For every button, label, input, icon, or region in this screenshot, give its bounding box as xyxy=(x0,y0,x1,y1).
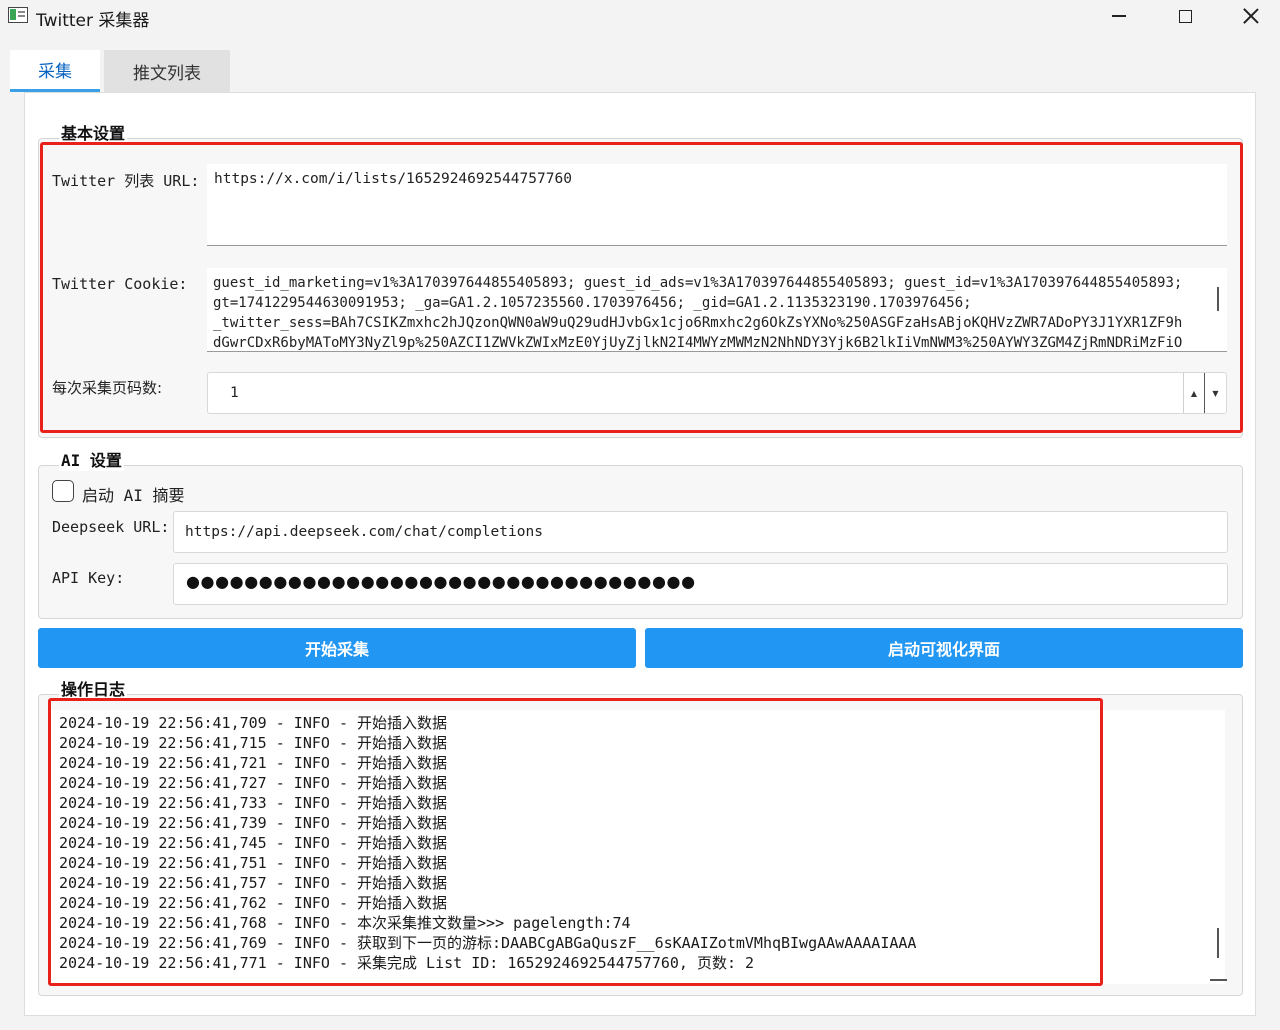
log-title: 操作日志 xyxy=(59,676,128,700)
maximize-icon xyxy=(1178,9,1192,23)
api-key-label: API Key: xyxy=(52,569,125,587)
cookie-scrollbar[interactable] xyxy=(1217,287,1219,311)
log-line: 2024-10-19 22:56:41,733 - INFO - 开始插入数据 xyxy=(59,794,448,812)
tab-collect[interactable]: 采集 xyxy=(10,50,100,92)
deepseek-url-value: https://api.deepseek.com/chat/completion… xyxy=(185,524,543,540)
log-line: 2024-10-19 22:56:41,709 - INFO - 开始插入数据 xyxy=(59,714,448,732)
enable-ai-label[interactable]: 启动 AI 摘要 xyxy=(82,482,185,506)
cookie-input[interactable]: guest_id_marketing=v1%3A1703976448554058… xyxy=(207,268,1227,352)
close-icon xyxy=(1243,8,1259,24)
log-line: 2024-10-19 22:56:41,769 - INFO - 获取到下一页的… xyxy=(59,934,917,952)
minimize-icon xyxy=(1112,15,1126,17)
pages-spinbox[interactable]: 1 xyxy=(207,372,1227,414)
api-key-input[interactable]: ●●●●●●●●●●●●●●●●●●●●●●●●●●●●●●●●●●● xyxy=(173,563,1228,605)
window-title: Twitter 采集器 xyxy=(36,11,150,31)
close-button[interactable] xyxy=(1228,0,1274,32)
launch-visual-button[interactable]: 启动可视化界面 xyxy=(645,628,1243,668)
log-bottom-edge xyxy=(1210,979,1227,981)
log-line: 2024-10-19 22:56:41,727 - INFO - 开始插入数据 xyxy=(59,774,448,792)
log-scrollbar[interactable] xyxy=(1217,928,1219,958)
log-line: 2024-10-19 22:56:41,739 - INFO - 开始插入数据 xyxy=(59,814,448,832)
cookie-line: dGwrCDxR6byMAToMY3NyZl9p%250AZCI1ZWVkZWI… xyxy=(213,335,1183,351)
basic-settings-title: 基本设置 xyxy=(59,120,128,144)
minimize-button[interactable] xyxy=(1096,0,1142,32)
log-line: 2024-10-19 22:56:41,721 - INFO - 开始插入数据 xyxy=(59,754,448,772)
enable-ai-checkbox[interactable] xyxy=(52,480,74,502)
cookie-label: Twitter Cookie: xyxy=(52,275,188,293)
log-output[interactable]: 2024-10-19 22:56:41,709 - INFO - 开始插入数据 … xyxy=(50,710,1225,984)
cookie-line: guest_id_marketing=v1%3A1703976448554058… xyxy=(213,275,1183,291)
app-icon xyxy=(8,7,28,23)
list-url-value: https://x.com/i/lists/165292469254475776… xyxy=(214,171,572,187)
chevron-down-icon: ▼ xyxy=(1212,388,1219,398)
api-key-value: ●●●●●●●●●●●●●●●●●●●●●●●●●●●●●●●●●●● xyxy=(186,572,696,591)
cookie-line: gt=1741229544630091953; _ga=GA1.2.105723… xyxy=(213,295,972,311)
cookie-line: _twitter_sess=BAh7CSIKZmxhc2hJQzonQWN0aW… xyxy=(213,315,1183,331)
log-line: 2024-10-19 22:56:41,751 - INFO - 开始插入数据 xyxy=(59,854,448,872)
log-line: 2024-10-19 22:56:41,762 - INFO - 开始插入数据 xyxy=(59,894,448,912)
list-url-input[interactable]: https://x.com/i/lists/165292469254475776… xyxy=(207,164,1227,246)
title-bar: Twitter 采集器 xyxy=(0,0,1280,34)
log-line: 2024-10-19 22:56:41,745 - INFO - 开始插入数据 xyxy=(59,834,448,852)
pages-increment-button[interactable]: ▲ xyxy=(1183,373,1204,413)
ai-settings-title: AI 设置 xyxy=(59,447,124,471)
pages-value: 1 xyxy=(230,385,239,401)
chevron-up-icon: ▲ xyxy=(1190,388,1198,398)
log-line: 2024-10-19 22:56:41,771 - INFO - 采集完成 Li… xyxy=(59,954,755,972)
log-line: 2024-10-19 22:56:41,768 - INFO - 本次采集推文数… xyxy=(59,914,631,932)
tab-tweet-list[interactable]: 推文列表 xyxy=(104,50,230,92)
maximize-button[interactable] xyxy=(1162,0,1208,32)
log-line: 2024-10-19 22:56:41,757 - INFO - 开始插入数据 xyxy=(59,874,448,892)
log-line: 2024-10-19 22:56:41,715 - INFO - 开始插入数据 xyxy=(59,734,448,752)
pages-label: 每次采集页码数: xyxy=(52,379,163,397)
list-url-label: Twitter 列表 URL: xyxy=(52,172,200,190)
deepseek-url-label: Deepseek URL: xyxy=(52,518,170,536)
deepseek-url-input[interactable]: https://api.deepseek.com/chat/completion… xyxy=(173,511,1228,553)
start-collect-button[interactable]: 开始采集 xyxy=(38,628,636,668)
pages-decrement-button[interactable]: ▼ xyxy=(1204,373,1226,413)
